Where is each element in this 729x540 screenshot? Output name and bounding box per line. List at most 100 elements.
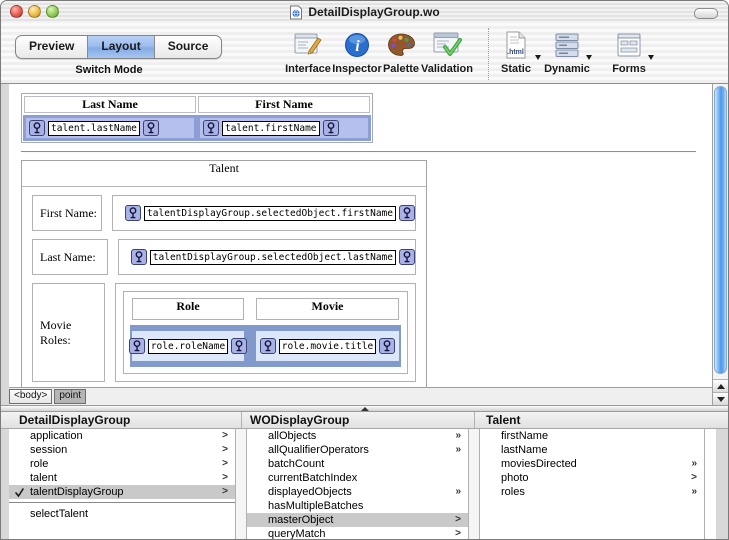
last-name-label: Last Name: xyxy=(32,239,108,275)
element-marker-icon[interactable] xyxy=(203,120,219,136)
toolbar: Preview Layout Source Switch Mode Interf… xyxy=(1,23,728,84)
column-scrollbar-track[interactable] xyxy=(468,429,480,539)
list-item-lastname[interactable]: lastName xyxy=(480,443,704,457)
selected-binding-row[interactable]: talent.lastName talent.firstName xyxy=(23,115,371,141)
splitter-handle[interactable] xyxy=(1,405,728,412)
element-marker-icon[interactable] xyxy=(29,120,45,136)
scroll-down-button[interactable] xyxy=(713,392,728,405)
static-label: Static xyxy=(501,63,531,75)
list-item-displayedobjects[interactable]: displayedObjects» xyxy=(247,485,468,499)
element-marker-icon[interactable] xyxy=(379,338,396,354)
binding-cell[interactable]: role.movie.title xyxy=(256,331,399,361)
browser-column-title: Talent xyxy=(474,412,728,428)
list-item-currentbatchindex[interactable]: currentBatchIndex xyxy=(247,471,468,485)
binding-string[interactable]: role.roleName xyxy=(147,338,229,354)
column-header-movie: Movie xyxy=(256,298,399,320)
browser-header: DetailDisplayGroup WODisplayGroup Talent xyxy=(1,412,728,429)
static-button[interactable]: .html Static xyxy=(488,28,544,75)
window-pencil-icon xyxy=(294,33,322,55)
element-marker-icon[interactable] xyxy=(231,338,248,354)
list-item-talentdisplaygroup[interactable]: talentDisplayGroup > xyxy=(9,485,235,499)
column-scrollbar-track[interactable] xyxy=(704,429,716,539)
binding-cell[interactable]: role.roleName xyxy=(128,331,248,361)
element-marker-icon[interactable] xyxy=(399,205,415,221)
vertical-scrollbar[interactable] xyxy=(712,84,728,405)
selected-repetition-row[interactable]: role.roleName role.movie.title xyxy=(128,325,401,367)
list-item-role[interactable]: role > xyxy=(9,457,235,471)
zoom-button[interactable] xyxy=(46,5,59,18)
element-marker-icon[interactable] xyxy=(259,338,276,354)
column-scrollbar-track[interactable] xyxy=(235,429,247,539)
scrollbar-thumb[interactable] xyxy=(714,86,727,374)
element-marker-icon[interactable] xyxy=(399,249,415,265)
list-item-masterobject[interactable]: masterObject > xyxy=(247,513,468,527)
list-item-talent[interactable]: talent > xyxy=(9,471,235,485)
movie-roles-cell[interactable]: Role Movie role.roleName role.movie.titl… xyxy=(115,283,416,382)
list-item-roles[interactable]: roles» xyxy=(480,485,704,499)
form-window-icon xyxy=(617,33,641,57)
list-item-application[interactable]: application > xyxy=(9,429,235,443)
list-item-batchcount[interactable]: batchCount xyxy=(247,457,468,471)
minimize-button[interactable] xyxy=(28,5,41,18)
path-point-button[interactable]: point xyxy=(54,389,87,404)
svg-text:i: i xyxy=(355,38,360,55)
column-header-last-name: Last Name xyxy=(24,96,196,113)
up-arrow-icon xyxy=(717,383,725,389)
switch-mode-label: Switch Mode xyxy=(75,64,143,76)
binding-string[interactable]: talent.firstName xyxy=(222,120,320,136)
movie-roles-label: Movie Roles: xyxy=(32,283,105,382)
chevron-right-icon: > xyxy=(455,514,461,525)
last-name-binding-cell[interactable]: talentDisplayGroup.selectedObject.lastNa… xyxy=(117,239,416,275)
mode-segmented-control: Preview Layout Source xyxy=(15,35,223,59)
binding-cell[interactable]: talent.firstName xyxy=(200,118,368,138)
scroll-up-button[interactable] xyxy=(713,379,728,392)
column-header-role: Role xyxy=(132,298,244,320)
browser-column-talent[interactable]: firstName lastName moviesDirected» photo… xyxy=(480,429,704,539)
dynamic-button[interactable]: Dynamic xyxy=(539,28,595,75)
list-item-allobjects[interactable]: allObjects» xyxy=(247,429,468,443)
element-marker-icon[interactable] xyxy=(142,120,159,136)
chevron-right-icon: > xyxy=(455,528,461,539)
checkmark-icon xyxy=(15,487,24,501)
binding-cell[interactable]: talent.lastName xyxy=(26,118,194,138)
binding-string[interactable]: talentDisplayGroup.selectedObject.firstN… xyxy=(144,205,396,221)
element-marker-icon[interactable] xyxy=(125,205,142,221)
list-item-hasmultiplebatches[interactable]: hasMultipleBatches xyxy=(247,499,468,513)
list-item-firstname[interactable]: firstName xyxy=(480,429,704,443)
browser-column-detaildisplaygroup[interactable]: application > session > role > talent > tale… xyxy=(9,429,235,539)
roles-nested-table[interactable]: Role Movie role.roleName role.movie.titl… xyxy=(123,291,408,374)
column-header-first-name: First Name xyxy=(198,96,370,113)
path-body-button[interactable]: <body> xyxy=(9,389,53,404)
titlebar[interactable]: DetailDisplayGroup.wo xyxy=(1,1,728,24)
binding-string[interactable]: talentDisplayGroup.selectedObject.lastNa… xyxy=(149,249,396,265)
element-marker-icon[interactable] xyxy=(322,120,339,136)
segment-layout[interactable]: Layout xyxy=(88,36,155,58)
talent-form-table[interactable]: Talent First Name: talentDisplayGroup.se… xyxy=(21,160,427,387)
list-item-allqualifieroperators[interactable]: allQualifierOperators» xyxy=(247,443,468,457)
interface-button[interactable]: Interface xyxy=(280,28,336,75)
binding-string[interactable]: role.movie.title xyxy=(278,338,377,354)
down-arrow-icon xyxy=(717,396,725,402)
window-title: DetailDisplayGroup.wo xyxy=(308,5,440,19)
first-name-binding-cell[interactable]: talentDisplayGroup.selectedObject.firstN… xyxy=(112,195,416,231)
list-item-photo[interactable]: photo > xyxy=(480,471,704,485)
list-item-selecttalent[interactable]: selectTalent xyxy=(9,507,235,521)
toolbar-toggle-button[interactable] xyxy=(694,8,718,19)
interface-label: Interface xyxy=(285,63,331,75)
list-item-querymatch[interactable]: queryMatch > xyxy=(247,527,468,539)
element-marker-icon[interactable] xyxy=(128,338,145,354)
browser-column-title: DetailDisplayGroup xyxy=(19,413,131,427)
segment-preview[interactable]: Preview xyxy=(16,36,89,58)
segment-source[interactable]: Source xyxy=(155,36,222,58)
validation-button[interactable]: Validation xyxy=(419,28,475,75)
forms-button[interactable]: Forms xyxy=(601,28,657,75)
editor-canvas[interactable]: Last Name First Name talent.lastName tal… xyxy=(9,84,712,387)
close-button[interactable] xyxy=(10,5,23,18)
list-item-moviesdirected[interactable]: moviesDirected» xyxy=(480,457,704,471)
element-marker-icon[interactable] xyxy=(130,249,147,265)
chevron-right-icon: > xyxy=(222,458,228,469)
browser-column-wodisplaygroup[interactable]: allObjects» allQualifierOperators» batch… xyxy=(247,429,468,539)
list-item-session[interactable]: session > xyxy=(9,443,235,457)
repetition-table[interactable]: Last Name First Name talent.lastName tal… xyxy=(21,93,373,143)
binding-string[interactable]: talent.lastName xyxy=(48,120,140,136)
